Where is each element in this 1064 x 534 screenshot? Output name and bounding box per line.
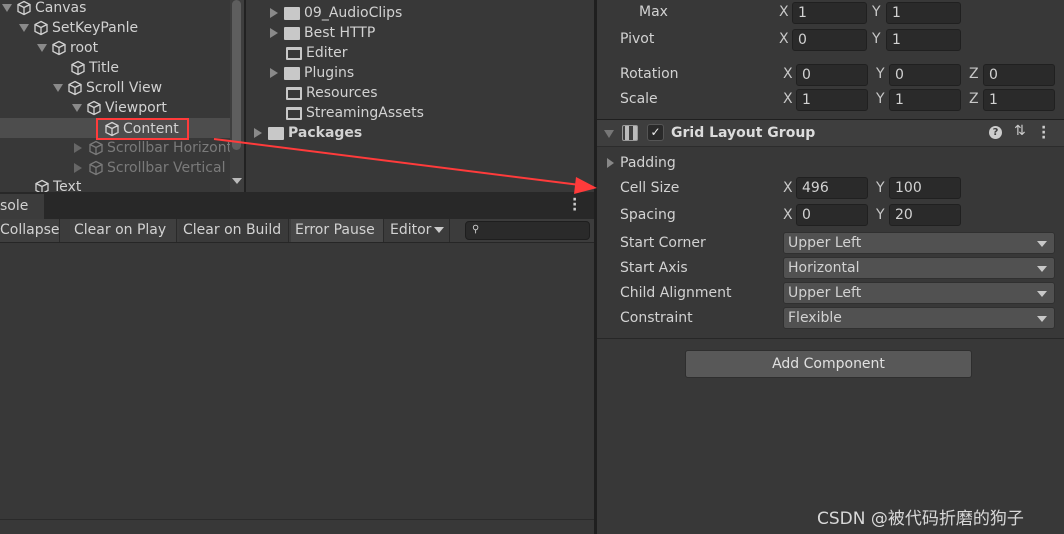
annotation-arrow (213, 138, 597, 194)
annotation-arrow-line (213, 138, 581, 186)
annotation-arrow-head (574, 177, 597, 194)
